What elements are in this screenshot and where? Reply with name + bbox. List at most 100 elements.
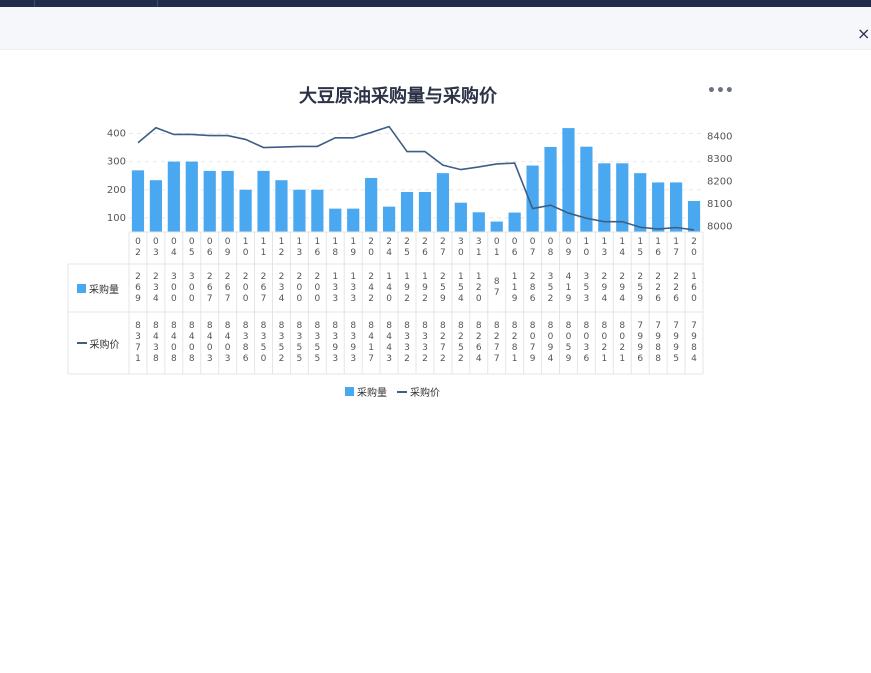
legend-item-price[interactable]: 采购价: [397, 384, 440, 399]
y-right-tick-label: 8200: [707, 176, 732, 187]
x-tick-label: 30: [457, 237, 464, 258]
x-tick-label: 15: [637, 237, 644, 258]
table-row-label-volume: 采购量: [68, 264, 128, 312]
table-cell-volume: 234: [153, 271, 159, 304]
table-cell-volume: 200: [296, 271, 303, 304]
bar: [544, 146, 557, 232]
bar: [257, 170, 270, 232]
x-tick-label: 03: [153, 237, 159, 258]
bar: [239, 189, 252, 232]
y-right-tick-label: 8400: [707, 131, 732, 142]
bar: [275, 180, 288, 232]
x-tick-label: 14: [619, 237, 626, 258]
table-cell-price: 8079: [529, 321, 536, 364]
table-cell-price: 8408: [170, 321, 177, 364]
table-cell-volume: 300: [170, 271, 177, 304]
row-label-text: 采购量: [89, 284, 119, 296]
table-cell-volume: 133: [332, 271, 339, 304]
y-left-tick-label: 300: [107, 157, 126, 168]
table-cell-volume: 267: [224, 271, 231, 304]
table-cell-price: 8252: [457, 321, 464, 364]
table-cell-price: 8403: [206, 321, 213, 364]
x-tick-label: 01: [493, 237, 500, 258]
table-cell-volume: 294: [619, 271, 626, 304]
table-cell-price: 8264: [475, 321, 482, 364]
x-tick-label: 11: [260, 237, 267, 258]
table-cell-price: 8350: [260, 321, 267, 364]
table-cell-volume: 259: [440, 271, 446, 304]
bar: [652, 182, 665, 232]
x-tick-label: 19: [350, 237, 357, 258]
table-cell-volume: 87: [493, 277, 500, 298]
bar: [508, 212, 521, 232]
legend-label: 采购价: [410, 388, 440, 399]
table-cell-volume: 192: [404, 271, 410, 304]
table-cell-price: 8332: [404, 321, 410, 364]
bar: [454, 202, 467, 232]
table-cell-price: 8059: [565, 321, 572, 364]
table-cell-volume: 120: [475, 271, 482, 304]
y-right-tick-label: 8300: [707, 154, 732, 165]
table-cell-volume: 226: [655, 271, 662, 304]
x-tick-label: 31: [475, 237, 482, 258]
bar: [221, 170, 234, 232]
table-cell-volume: 352: [547, 271, 554, 304]
x-tick-label: 20: [691, 237, 697, 258]
table-cell-price: 8021: [601, 321, 608, 364]
table-cell-volume: 160: [691, 271, 697, 304]
table-cell-price: 8352: [278, 321, 285, 364]
table-cell-price: 7996: [637, 321, 644, 364]
table-cell-volume: 234: [278, 271, 285, 304]
x-tick-label: 24: [386, 237, 392, 258]
line-swatch-icon: [76, 342, 87, 344]
table-cell-volume: 200: [314, 271, 321, 304]
table-cell-volume: 119: [511, 271, 518, 304]
table-cell-price: 8371: [135, 321, 141, 364]
legend-label: 采购量: [357, 388, 387, 399]
table-cell-volume: 286: [529, 271, 536, 304]
x-tick-label: 10: [242, 237, 249, 258]
bar: [185, 161, 198, 232]
x-tick-label: 10: [583, 237, 590, 258]
table-cell-price: 8438: [153, 321, 159, 364]
x-tick-label: 09: [565, 237, 572, 258]
x-tick-label: 12: [278, 237, 285, 258]
table-cell-volume: 267: [206, 271, 213, 304]
x-tick-label: 26: [422, 237, 428, 258]
x-tick-label: 16: [314, 237, 321, 258]
bar: [365, 177, 378, 232]
bar: [490, 221, 503, 232]
x-tick-label: 17: [673, 237, 679, 258]
bar: [634, 173, 647, 232]
table-cell-price: 8281: [511, 321, 518, 364]
line-swatch-icon: [397, 390, 407, 393]
table-row-label-price: 采购价: [68, 312, 128, 374]
x-tick-label: 16: [655, 237, 662, 258]
bar: [472, 212, 485, 232]
table-cell-volume: 192: [422, 271, 428, 304]
bar: [149, 180, 163, 232]
x-tick-label: 07: [529, 237, 536, 258]
bar-swatch-icon: [345, 387, 354, 396]
table-cell-price: 7984: [691, 321, 697, 364]
bar: [347, 208, 360, 232]
table-cell-price: 8036: [583, 321, 590, 364]
table-cell-price: 8393: [350, 321, 357, 364]
bar: [562, 128, 575, 232]
x-tick-label: 18: [332, 237, 339, 258]
table-cell-price: 8443: [386, 321, 392, 364]
x-tick-label: 05: [188, 237, 195, 258]
x-tick-label: 13: [296, 237, 303, 258]
x-tick-label: 20: [368, 237, 375, 258]
table-cell-volume: 300: [188, 271, 195, 304]
table-cell-volume: 267: [260, 271, 267, 304]
y-right-tick-label: 8100: [707, 199, 732, 210]
table-cell-price: 8417: [368, 321, 375, 364]
bar: [687, 201, 701, 232]
y-left-tick-label: 200: [107, 185, 126, 196]
bar: [203, 170, 216, 232]
legend-item-volume[interactable]: 采购量: [345, 384, 387, 399]
table-cell-price: 8408: [188, 321, 195, 364]
table-cell-price: 8355: [314, 321, 321, 364]
table-cell-volume: 259: [637, 271, 644, 304]
